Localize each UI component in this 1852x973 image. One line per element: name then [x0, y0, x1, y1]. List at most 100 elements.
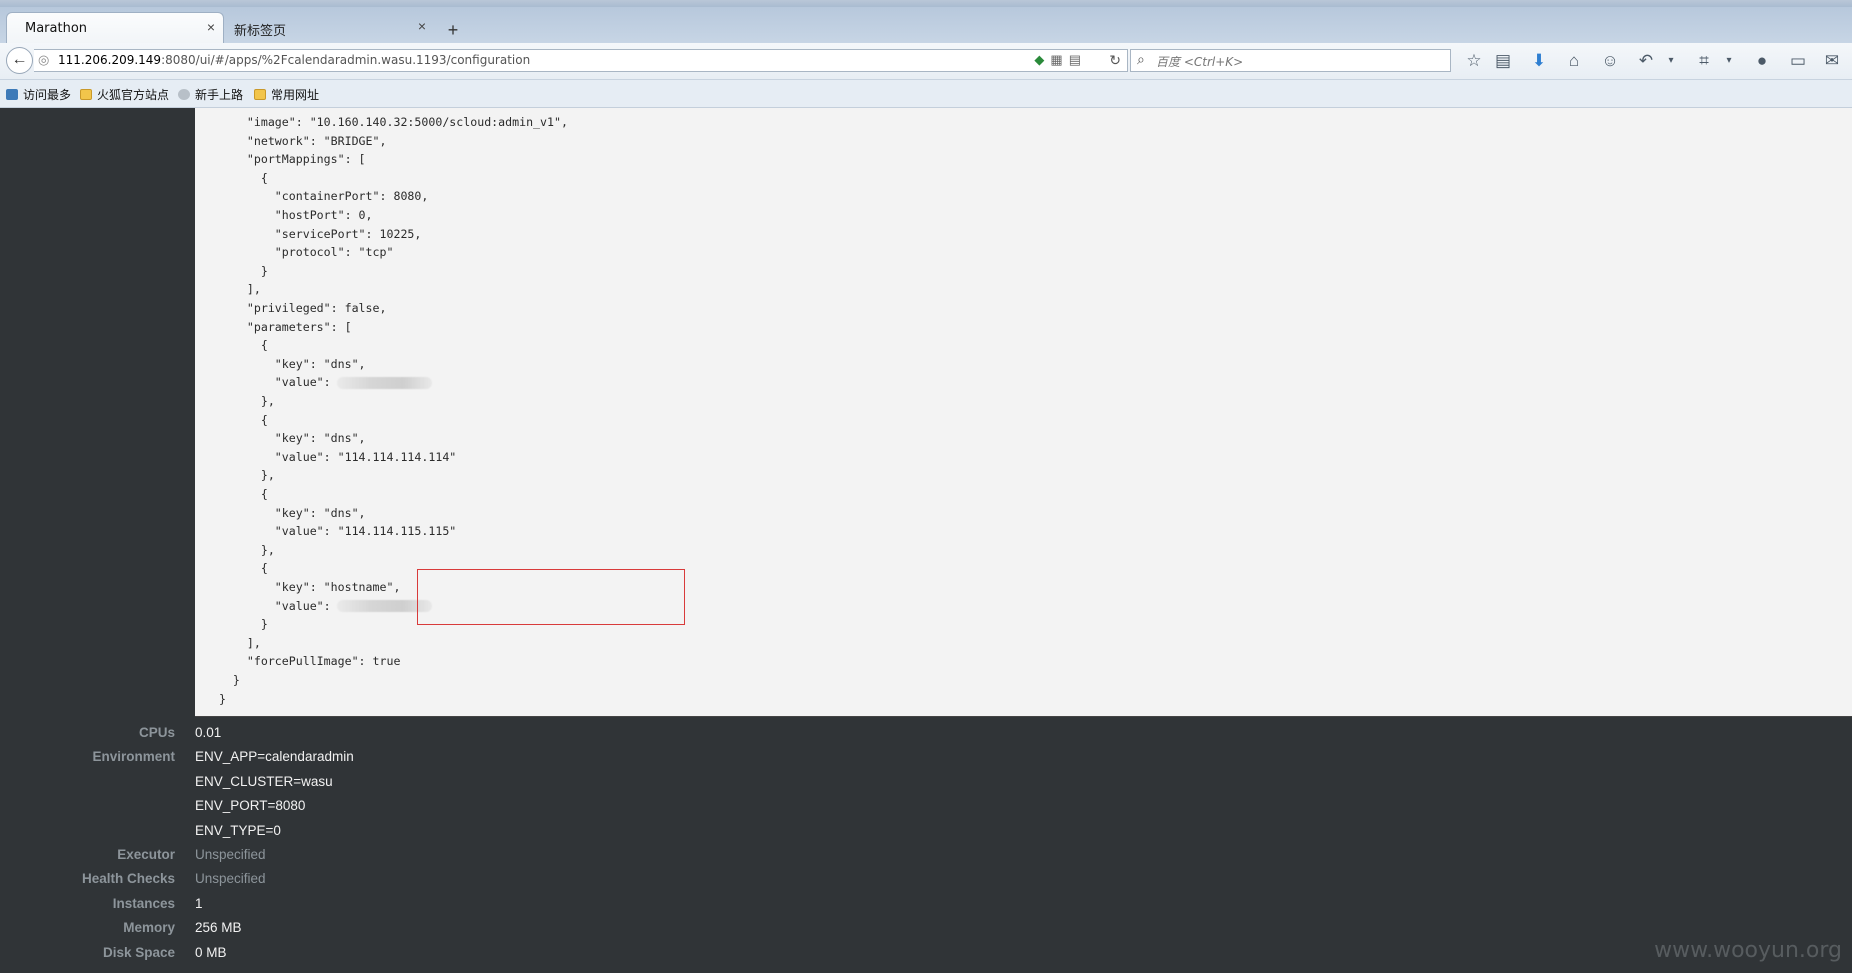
new-tab-button[interactable]: +	[440, 19, 466, 41]
json-line: }	[205, 691, 226, 706]
detail-value: ENV_TYPE=0	[195, 822, 281, 838]
search-placeholder: 百度 <Ctrl+K>	[1156, 55, 1244, 69]
json-line: ],	[205, 282, 261, 297]
undo-icon[interactable]: ↶	[1634, 51, 1658, 71]
browser-chrome: Marathon × 新标签页 × + ← ◎ 111.206.209.149:…	[0, 0, 1852, 108]
hostname-highlight-box	[417, 569, 685, 625]
bookmark-page-icon	[6, 89, 18, 100]
json-line: "key": "dns",	[205, 431, 366, 446]
tab-new-tab[interactable]: 新标签页 ×	[226, 12, 434, 43]
json-line: {	[205, 561, 268, 576]
json-line: "network": "BRIDGE",	[205, 133, 387, 148]
back-button[interactable]: ←	[6, 47, 33, 74]
json-line: {	[205, 338, 268, 353]
bookmarks-toolbar: 访问最多 火狐官方站点 新手上路 常用网址	[0, 80, 1852, 108]
marathon-app-page: "image": "10.160.140.32:5000/scloud:admi…	[0, 108, 1852, 973]
detail-value: ENV_APP=calendaradmin	[195, 749, 354, 765]
bookmark-common-sites[interactable]: 常用网址	[254, 86, 319, 103]
bookmark-label: 新手上路	[195, 88, 244, 102]
chat-icon[interactable]: ☺	[1598, 51, 1622, 71]
detail-row: Health Checks Unspecified	[0, 869, 600, 893]
reload-icon[interactable]: ↻	[1109, 52, 1121, 69]
detail-value: 1	[195, 895, 203, 911]
globe-icon	[178, 89, 190, 100]
home-icon[interactable]: ⌂	[1562, 51, 1586, 71]
detail-row: Instances 1	[0, 894, 600, 918]
download-icon[interactable]: ⬇	[1527, 51, 1551, 71]
folder-icon	[80, 89, 92, 100]
configuration-json-panel: "image": "10.160.140.32:5000/scloud:admi…	[195, 108, 1852, 717]
json-line: "key": "dns",	[205, 505, 366, 520]
url-bar[interactable]: ◎ 111.206.209.149:8080/ui/#/apps/%2Fcale…	[34, 49, 1128, 72]
url-path: :8080/ui/#/apps/%2Fcalendaradmin.wasu.11…	[161, 53, 531, 67]
json-line: "key": "hostname",	[205, 580, 401, 594]
bookmark-label: 火狐官方站点	[97, 88, 170, 102]
search-box[interactable]: ⌕ 百度 <Ctrl+K>	[1130, 49, 1451, 72]
detail-label: Environment	[92, 749, 175, 765]
detail-label: Executor	[117, 847, 175, 862]
plugin-icon[interactable]: ✉	[1820, 51, 1844, 71]
detail-row: ENV_PORT=8080	[0, 796, 600, 820]
json-line: },	[205, 468, 275, 483]
watermark: www.wooyun.org	[1654, 938, 1842, 963]
detail-row: Environment ENV_APP=calendaradmin	[0, 747, 600, 771]
detail-value: ENV_PORT=8080	[195, 798, 306, 814]
qr-code-icon[interactable]: ▦	[1050, 52, 1068, 67]
detail-label: Disk Space	[102, 944, 175, 960]
redacted-value	[336, 376, 432, 389]
comment-icon[interactable]: ●	[1750, 51, 1774, 71]
tab-label: 新标签页	[234, 24, 287, 39]
json-line: {	[205, 170, 268, 185]
json-line: "value": "114.114.115.115"	[205, 524, 457, 539]
crop-icon[interactable]: ⌗	[1692, 51, 1716, 71]
detail-value: 0 MB	[195, 944, 227, 960]
json-line: },	[205, 542, 275, 557]
json-line: {	[205, 412, 268, 427]
url-bar-icons: ◆▦▤	[1034, 52, 1087, 67]
json-line: "value":	[205, 597, 432, 615]
tab-marathon[interactable]: Marathon ×	[6, 12, 224, 44]
detail-row: Disk Space 0 MB	[0, 943, 600, 967]
detail-row: ENV_CLUSTER=wasu	[0, 772, 600, 796]
reader-view-icon[interactable]: ▤	[1069, 52, 1087, 67]
bookmark-label: 常用网址	[271, 88, 320, 102]
json-line: "portMappings": [	[205, 152, 366, 167]
bookmark-most-visited[interactable]: 访问最多	[6, 86, 71, 103]
detail-label: CPUs	[138, 725, 175, 740]
json-line: "containerPort": 8080,	[205, 189, 429, 204]
tab-strip: Marathon × 新标签页 × +	[0, 7, 1852, 44]
json-line: "parameters": [	[205, 319, 352, 334]
json-line: "privileged": false,	[205, 301, 387, 315]
json-line: }	[205, 617, 268, 632]
left-gutter	[0, 108, 195, 716]
json-line: "value":	[205, 373, 432, 391]
detail-row: ENV_TYPE=0	[0, 821, 600, 845]
json-line: "protocol": "tcp"	[205, 245, 394, 260]
folder-icon	[254, 89, 266, 100]
tab-label: Marathon	[25, 21, 88, 36]
json-line: }	[205, 673, 240, 687]
detail-row: Memory 256 MB	[0, 918, 600, 942]
navigation-bar: ← ◎ 111.206.209.149:8080/ui/#/apps/%2Fca…	[0, 43, 1852, 80]
detail-label: Health Checks	[81, 871, 175, 887]
chevron-down-icon[interactable]: ▾	[1717, 55, 1741, 66]
url-host: 111.206.209.149	[58, 53, 162, 67]
screen-icon[interactable]: ▭	[1786, 51, 1810, 71]
json-line: "key": "dns",	[205, 356, 366, 371]
detail-label: Instances	[112, 895, 175, 911]
detail-value: 256 MB	[195, 920, 242, 936]
close-icon[interactable]: ×	[418, 18, 426, 34]
close-icon[interactable]: ×	[207, 19, 215, 35]
star-icon[interactable]: ☆	[1462, 51, 1486, 71]
detail-row: CPUs 0.01	[0, 723, 600, 747]
bookmark-getting-started[interactable]: 新手上路	[178, 86, 243, 103]
json-line: "hostPort": 0,	[205, 208, 373, 222]
detail-value: Unspecified	[195, 871, 266, 887]
json-line: "servicePort": 10225,	[205, 226, 422, 241]
reading-list-icon[interactable]: ▤	[1491, 51, 1515, 71]
chevron-down-icon[interactable]: ▾	[1659, 55, 1683, 66]
json-line: }	[205, 263, 268, 278]
json-line: },	[205, 394, 275, 408]
bookmark-firefox-official[interactable]: 火狐官方站点	[80, 86, 169, 103]
site-identity-icon: ◎	[38, 52, 50, 67]
